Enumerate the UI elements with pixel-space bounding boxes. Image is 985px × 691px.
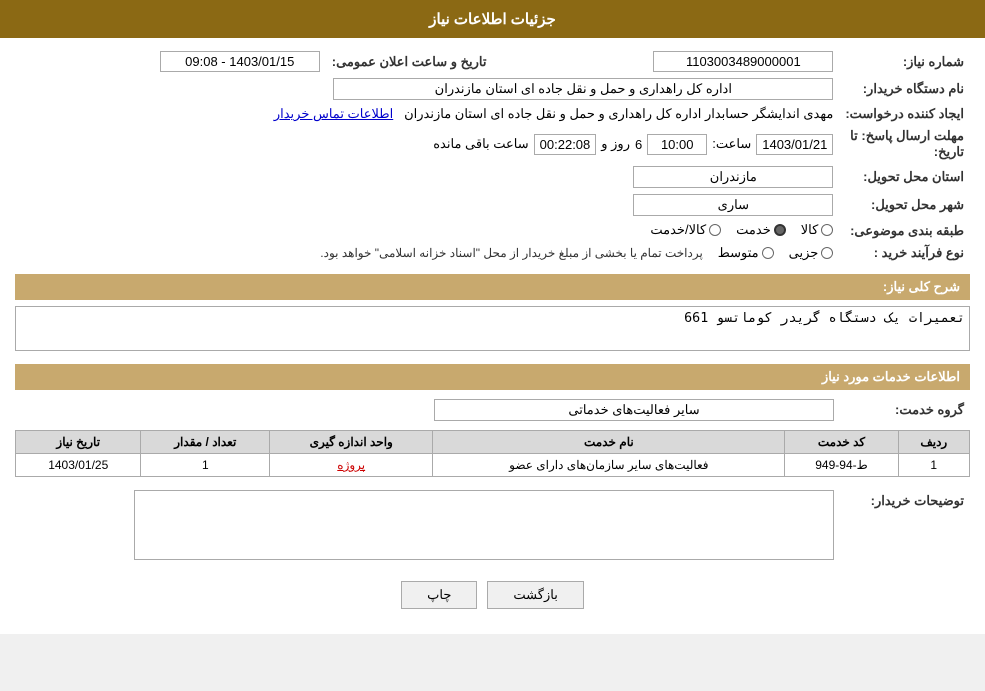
- ijadKonande-value: مهدی اندایشگر حسابدار اداره کل راهداری و…: [15, 103, 839, 125]
- mohlat-remaining: 00:22:08: [534, 134, 597, 155]
- tabaghe-kalakhedmat: کالا/خدمت: [650, 222, 721, 238]
- mohlat-roz-label: روز و: [601, 136, 630, 152]
- noefarayand-jozi-label: جزیی: [789, 245, 819, 261]
- noefarayand-label: نوع فرآیند خرید :: [839, 242, 970, 264]
- ijadKonande-label: ایجاد کننده درخواست:: [839, 103, 970, 125]
- shahr-label: شهر محل تحویل:: [839, 191, 970, 219]
- noefarayand-note: پرداخت تمام یا بخشی از مبلغ خریدار از مح…: [320, 246, 703, 260]
- noefarayand-row: جزیی متوسط پرداخت تمام یا بخشی از مبلغ خ…: [15, 242, 839, 264]
- tabaghe-kala-label: کالا: [801, 222, 819, 238]
- sharh-area: [15, 306, 970, 354]
- ijadKonande-text: مهدی اندایشگر حسابدار اداره کل راهداری و…: [404, 106, 833, 121]
- noefarayand-jozi-radio: [821, 247, 833, 259]
- cell-kod: ط-94-949: [785, 454, 898, 477]
- mohlat-date: 1403/01/21: [756, 134, 833, 155]
- tabaghe-kala-radio: [821, 224, 833, 236]
- grohe-input: سایر فعالیت‌های خدماتی: [434, 399, 834, 421]
- namDastgah-value: اداره کل راهداری و حمل و نقل جاده ای است…: [15, 75, 839, 103]
- shomareNiaz-value: 1103003489000001: [493, 48, 840, 75]
- mohlat-row: 1403/01/21 ساعت: 10:00 6 روز و 00:22:08 …: [15, 125, 839, 163]
- page-header: جزئیات اطلاعات نیاز: [0, 0, 985, 38]
- mohlat-time: 10:00: [647, 134, 707, 155]
- grohe-value: سایر فعالیت‌های خدماتی: [15, 396, 840, 424]
- col-kod: کد خدمت: [785, 431, 898, 454]
- khadamat-section-title: اطلاعات خدمات مورد نیاز: [15, 364, 970, 390]
- back-button[interactable]: بازگشت: [487, 581, 583, 609]
- col-radif: ردیف: [898, 431, 969, 454]
- sharh-section-title: شرح کلی نیاز:: [15, 274, 970, 300]
- col-nam: نام خدمت: [433, 431, 785, 454]
- tabaghe-kala: کالا: [801, 222, 834, 238]
- tabaghe-khedmat-label: خدمت: [736, 222, 771, 238]
- tabaghe-kalakhedmat-label: کالا/خدمت: [650, 222, 706, 238]
- sharh-label: شرح کلی نیاز:: [883, 279, 960, 294]
- cell-tedad: 1: [141, 454, 270, 477]
- info-table: شماره نیاز: 1103003489000001 تاریخ و ساع…: [15, 48, 970, 264]
- main-content: شماره نیاز: 1103003489000001 تاریخ و ساع…: [0, 38, 985, 634]
- tabaghe-khedmat-radio: [774, 224, 786, 236]
- sharh-textarea[interactable]: [15, 306, 970, 351]
- tarikh-label: تاریخ و ساعت اعلان عمومی:: [326, 48, 493, 75]
- shomareNiaz-input: 1103003489000001: [653, 51, 833, 72]
- noefarayand-jozi: جزیی: [789, 245, 834, 261]
- print-button[interactable]: چاپ: [401, 581, 477, 609]
- namDastgah-label: نام دستگاه خریدار:: [839, 75, 970, 103]
- ostan-input: مازندران: [633, 166, 833, 188]
- shomareNiaz-label: شماره نیاز:: [839, 48, 970, 75]
- toozihat-textarea[interactable]: [134, 490, 834, 560]
- toozihat-table: توضیحات خریدار:: [15, 487, 970, 566]
- col-tedad: تعداد / مقدار: [141, 431, 270, 454]
- mohlat-remaining-label: ساعت باقی مانده: [433, 136, 528, 152]
- col-vahed: واحد اندازه گیری: [270, 431, 433, 454]
- toozihat-label: توضیحات خریدار:: [840, 487, 970, 566]
- cell-tarikh: 1403/01/25: [16, 454, 141, 477]
- tabaghe-khedmat: خدمت: [736, 222, 786, 238]
- tarikh-input: 1403/01/15 - 09:08: [160, 51, 320, 72]
- table-row: 1 ط-94-949 فعالیت‌های سایر سازمان‌های دا…: [16, 454, 970, 477]
- khadamat-label: اطلاعات خدمات مورد نیاز: [822, 369, 960, 384]
- col-tarikh: تاریخ نیاز: [16, 431, 141, 454]
- tabaghe-label: طبقه بندی موضوعی:: [839, 219, 970, 242]
- cell-vahed: پروژه: [270, 454, 433, 477]
- mohlat-time-label: ساعت:: [712, 136, 751, 152]
- cell-radif: 1: [898, 454, 969, 477]
- grohe-label: گروه خدمت:: [840, 396, 970, 424]
- tabaghe-options: کالا خدمت کالا/خدمت: [15, 219, 839, 242]
- noefarayand-mota-radio: [762, 247, 774, 259]
- noefarayand-mota-label: متوسط: [718, 245, 759, 261]
- noefarayand-mota: متوسط: [718, 245, 774, 261]
- mohlat-label: مهلت ارسال پاسخ: تا تاریخ:: [839, 125, 970, 163]
- tabaghe-kalakhedmat-radio: [709, 224, 721, 236]
- ijadKonande-link[interactable]: اطلاعات تماس خریدار: [274, 106, 393, 121]
- shahr-value: ساری: [15, 191, 839, 219]
- page-title: جزئیات اطلاعات نیاز: [429, 11, 556, 28]
- button-group: بازگشت چاپ: [15, 581, 970, 609]
- page-wrapper: جزئیات اطلاعات نیاز شماره نیاز: 11030034…: [0, 0, 985, 634]
- tarikh-value: 1403/01/15 - 09:08: [15, 48, 326, 75]
- shahr-input: ساری: [633, 194, 833, 216]
- ostan-label: استان محل تحویل:: [839, 163, 970, 191]
- mohlat-roz-value: 6: [635, 137, 642, 152]
- ostan-value: مازندران: [15, 163, 839, 191]
- toozihat-area: [15, 487, 840, 566]
- grohe-table: گروه خدمت: سایر فعالیت‌های خدماتی: [15, 396, 970, 424]
- cell-nam: فعالیت‌های سایر سازمان‌های دارای عضو: [433, 454, 785, 477]
- namDastgah-input: اداره کل راهداری و حمل و نقل جاده ای است…: [333, 78, 833, 100]
- services-table: ردیف کد خدمت نام خدمت واحد اندازه گیری ت…: [15, 430, 970, 477]
